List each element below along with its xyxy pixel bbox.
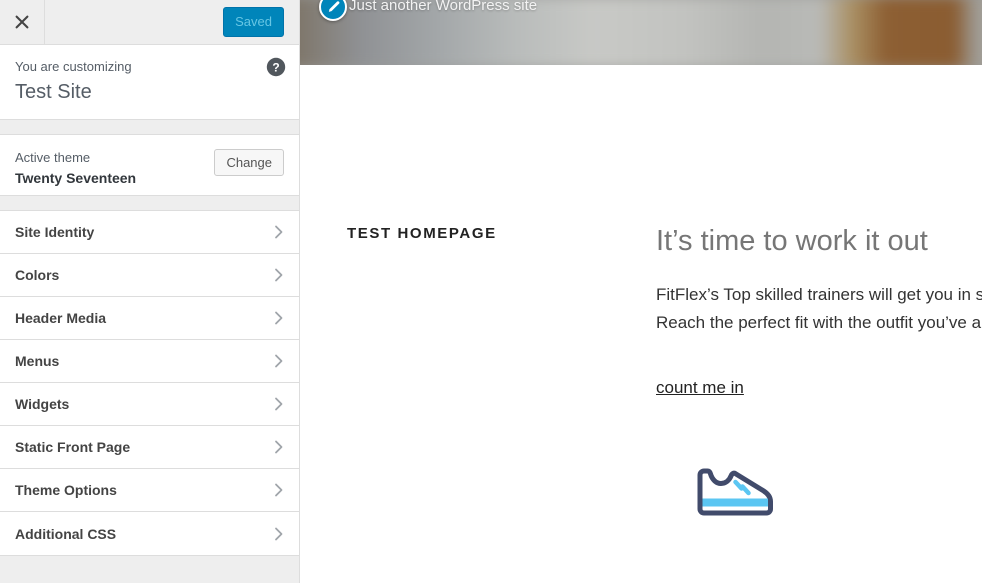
sidebar-item-label: Static Front Page bbox=[15, 439, 131, 455]
sidebar-item-label: Menus bbox=[15, 353, 60, 369]
site-header: Just another WordPress site bbox=[300, 0, 982, 65]
sidebar-spacer-top bbox=[0, 120, 299, 134]
customizing-preamble: You are customizing bbox=[15, 59, 132, 74]
customizer-sidebar: Saved You are customizing Test Site ? Ac… bbox=[0, 0, 300, 583]
close-x-icon bbox=[15, 15, 29, 29]
content-heading: It’s time to work it out bbox=[656, 225, 928, 257]
chevron-right-icon bbox=[271, 526, 287, 542]
sidebar-item-label: Theme Options bbox=[15, 482, 117, 498]
content-paragraph-line-1: FitFlex’s Top skilled trainers will get … bbox=[656, 285, 982, 304]
sidebar-item-colors[interactable]: Colors bbox=[0, 254, 299, 297]
customizer-header-bar: Saved bbox=[0, 0, 299, 45]
sidebar-item-label: Widgets bbox=[15, 396, 70, 412]
count-me-in-link[interactable]: count me in bbox=[656, 378, 744, 398]
close-customizer-button[interactable] bbox=[0, 0, 45, 44]
wordpress-customizer-screen: Saved You are customizing Test Site ? Ac… bbox=[0, 0, 982, 583]
sidebar-item-additional-css[interactable]: Additional CSS bbox=[0, 512, 299, 555]
sidebar-item-label: Colors bbox=[15, 267, 60, 283]
sidebar-item-static-front-page[interactable]: Static Front Page bbox=[0, 426, 299, 469]
site-preview-frame[interactable]: Just another WordPress site TEST HOMEPAG… bbox=[300, 0, 982, 583]
chevron-right-icon bbox=[271, 396, 287, 412]
sidebar-item-site-identity[interactable]: Site Identity bbox=[0, 211, 299, 254]
sidebar-item-label: Site Identity bbox=[15, 224, 95, 240]
site-title: Test Site bbox=[15, 80, 92, 103]
save-button[interactable]: Saved bbox=[223, 7, 284, 37]
sidebar-item-widgets[interactable]: Widgets bbox=[0, 383, 299, 426]
svg-text:?: ? bbox=[272, 60, 279, 74]
sidebar-item-label: Header Media bbox=[15, 310, 107, 326]
chevron-right-icon bbox=[271, 310, 287, 326]
chevron-right-icon bbox=[271, 267, 287, 283]
chevron-right-icon bbox=[271, 482, 287, 498]
site-body: TEST HOMEPAGE It’s time to work it out F… bbox=[300, 65, 982, 583]
help-circle-icon[interactable]: ? bbox=[266, 57, 286, 77]
sneaker-icon bbox=[694, 465, 778, 523]
sidebar-item-header-media[interactable]: Header Media bbox=[0, 297, 299, 340]
chevron-right-icon bbox=[271, 439, 287, 455]
sidebar-item-label: Additional CSS bbox=[15, 525, 117, 542]
chevron-right-icon bbox=[271, 353, 287, 369]
customizing-info: You are customizing Test Site ? bbox=[0, 45, 299, 120]
sidebar-spacer-middle bbox=[0, 196, 299, 210]
sidebar-item-theme-options[interactable]: Theme Options bbox=[0, 469, 299, 512]
content-paragraph-line-2: Reach the perfect fit with the outfit yo… bbox=[656, 312, 982, 332]
active-theme-section: Active theme Twenty Seventeen Change bbox=[0, 134, 299, 196]
chevron-right-icon bbox=[271, 224, 287, 240]
site-tagline: Just another WordPress site bbox=[349, 0, 538, 14]
customizer-panel-list: Site Identity Colors Header Media Menus bbox=[0, 210, 299, 556]
panel-title: TEST HOMEPAGE bbox=[347, 225, 497, 242]
sidebar-item-menus[interactable]: Menus bbox=[0, 340, 299, 383]
change-theme-button[interactable]: Change bbox=[214, 149, 284, 176]
content-paragraph: FitFlex’s Top skilled trainers will get … bbox=[656, 281, 982, 336]
